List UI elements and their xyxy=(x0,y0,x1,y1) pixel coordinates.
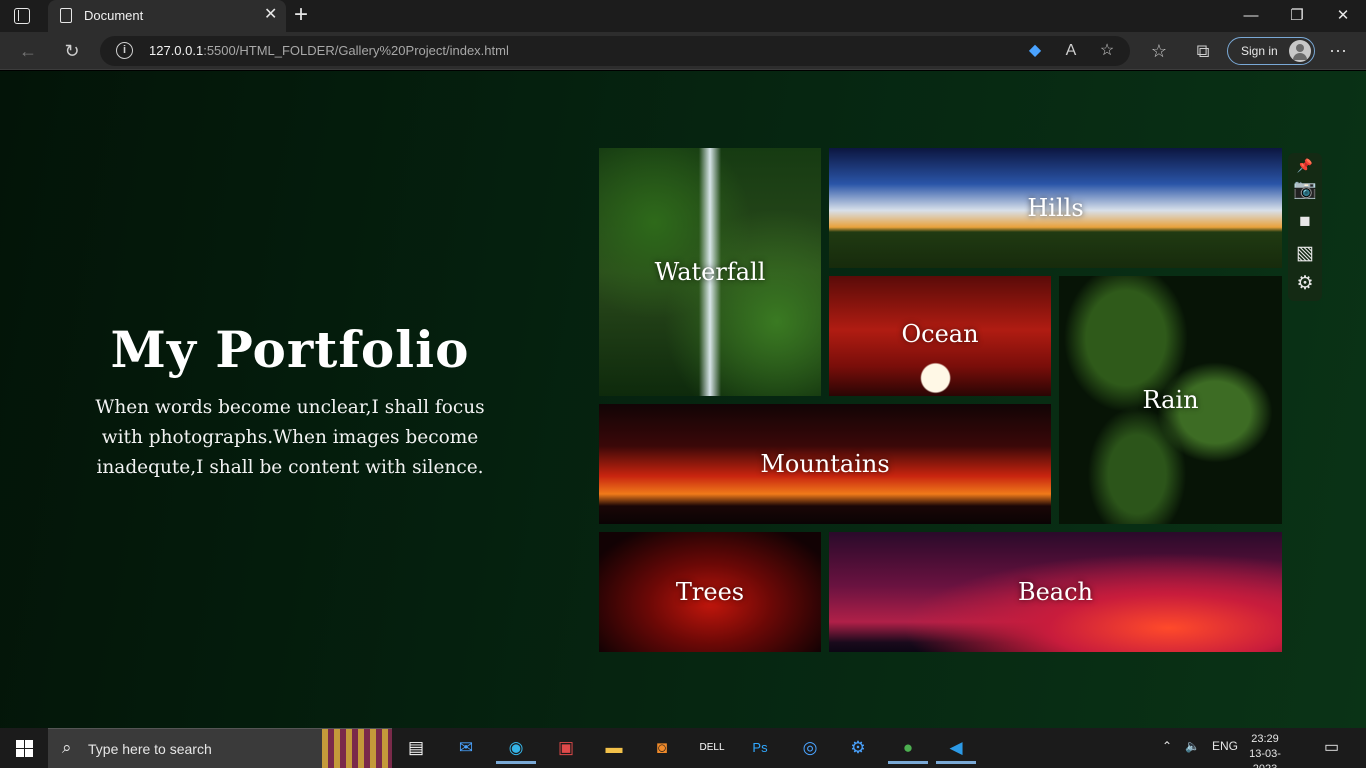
gallery-tile-waterfall[interactable]: Waterfall xyxy=(599,148,821,396)
notification-icon[interactable]: ▭ xyxy=(1324,737,1339,757)
edge-icon[interactable]: ◉ xyxy=(496,732,536,764)
gallery-icon[interactable]: ▧ xyxy=(1292,241,1318,267)
clock-date: 13-03-2023 xyxy=(1249,748,1281,768)
new-tab-button[interactable]: + xyxy=(294,2,308,28)
gallery-tile-hills[interactable]: Hills xyxy=(829,148,1282,268)
gallery-tile-trees[interactable]: Trees xyxy=(599,532,821,652)
file-explorer-icon[interactable]: ▬ xyxy=(594,732,634,764)
gallery-tile-mountains[interactable]: Mountains xyxy=(599,404,1051,524)
chevron-up-icon[interactable]: ⌃ xyxy=(1162,739,1172,753)
sign-in-button[interactable]: Sign in xyxy=(1227,37,1315,65)
add-favorite-icon[interactable]: ☆ xyxy=(1096,40,1118,62)
connect-icon[interactable]: ◎ xyxy=(790,732,830,764)
task-view-icon[interactable]: ▤ xyxy=(396,732,436,764)
language-indicator[interactable]: ENG xyxy=(1212,739,1238,753)
address-bar[interactable]: i 127.0.0.1:5500/HTML_FOLDER/Gallery%20P… xyxy=(100,36,1130,66)
dell-icon[interactable]: DELL xyxy=(692,732,732,764)
tab-title: Document xyxy=(84,8,144,23)
tile-label: Rain xyxy=(1142,386,1199,414)
photos-icon[interactable]: ◙ xyxy=(642,732,682,764)
camera-app-icon[interactable]: ▣ xyxy=(546,732,586,764)
mail-icon[interactable]: ✉ xyxy=(446,732,486,764)
hero-section: My Portfolio When words become unclear,I… xyxy=(75,319,505,483)
chrome-icon[interactable]: ● xyxy=(888,732,928,764)
vscode-icon[interactable]: ◀ xyxy=(936,732,976,764)
pin-icon[interactable]: 📌 xyxy=(1292,153,1318,179)
favorites-icon[interactable]: ☆ xyxy=(1147,39,1171,63)
search-icon: ⌕ xyxy=(62,738,72,757)
close-window-button[interactable]: ✕ xyxy=(1320,4,1366,28)
camera-icon[interactable]: 📷 xyxy=(1292,177,1318,203)
restore-button[interactable]: ❐ xyxy=(1274,4,1320,28)
back-button[interactable]: ← xyxy=(16,39,40,63)
windows-taskbar: ⌕ Type here to search ▤ ✉ ◉ ▣ ▬ ◙ DELL P… xyxy=(0,728,1366,768)
collections-icon[interactable]: ⧉ xyxy=(1191,39,1215,63)
portfolio-page: My Portfolio When words become unclear,I… xyxy=(0,71,1366,728)
tile-label: Trees xyxy=(675,578,745,606)
site-info-icon[interactable]: i xyxy=(116,42,133,59)
tile-label: Ocean xyxy=(901,319,979,348)
settings-app-icon[interactable]: ⚙ xyxy=(838,732,878,764)
video-icon[interactable]: ■ xyxy=(1292,209,1318,235)
tile-label: Hills xyxy=(1027,194,1084,222)
search-highlight-image xyxy=(322,729,392,768)
tile-label: Mountains xyxy=(760,450,890,478)
tile-label: Beach xyxy=(1017,578,1094,606)
taskbar-search[interactable]: ⌕ Type here to search xyxy=(48,728,392,768)
page-icon xyxy=(60,8,72,23)
browser-titlebar: Document ✕ + — ❐ ✕ xyxy=(0,0,1366,32)
browser-toolbar: ← ↻ i 127.0.0.1:5500/HTML_FOLDER/Gallery… xyxy=(0,32,1366,70)
gallery-tile-rain[interactable]: Rain xyxy=(1059,276,1282,524)
start-button[interactable] xyxy=(16,740,33,757)
page-title: My Portfolio xyxy=(110,320,470,379)
tag-icon[interactable]: ◆ xyxy=(1024,40,1046,62)
tab-close-icon[interactable]: ✕ xyxy=(264,6,277,24)
clock[interactable]: 23:29 13-03-2023 xyxy=(1240,732,1290,768)
url-text[interactable]: 127.0.0.1:5500/HTML_FOLDER/Gallery%20Pro… xyxy=(149,43,509,58)
more-menu-icon[interactable]: ⋯ xyxy=(1326,39,1350,63)
refresh-button[interactable]: ↻ xyxy=(60,39,84,63)
settings-icon[interactable]: ⚙ xyxy=(1292,271,1318,297)
clock-time: 23:29 xyxy=(1251,733,1279,745)
minimize-button[interactable]: — xyxy=(1228,4,1274,28)
tab-document[interactable]: Document ✕ xyxy=(48,0,286,32)
search-placeholder: Type here to search xyxy=(88,741,212,757)
read-aloud-icon[interactable]: A xyxy=(1060,40,1082,62)
avatar xyxy=(1289,40,1311,62)
gallery-tile-ocean[interactable]: Ocean xyxy=(829,276,1051,396)
gallery-tile-beach[interactable]: Beach xyxy=(829,532,1282,652)
volume-icon[interactable]: 🔈 xyxy=(1185,739,1200,753)
tile-label: Waterfall xyxy=(654,258,766,286)
photoshop-icon[interactable]: Ps xyxy=(740,732,780,764)
hero-description: When words become unclear,I shall focus … xyxy=(95,397,485,478)
window-menu-icon[interactable] xyxy=(14,8,30,24)
floating-tool-panel: 📌 📷 ■ ▧ ⚙ xyxy=(1288,153,1322,301)
